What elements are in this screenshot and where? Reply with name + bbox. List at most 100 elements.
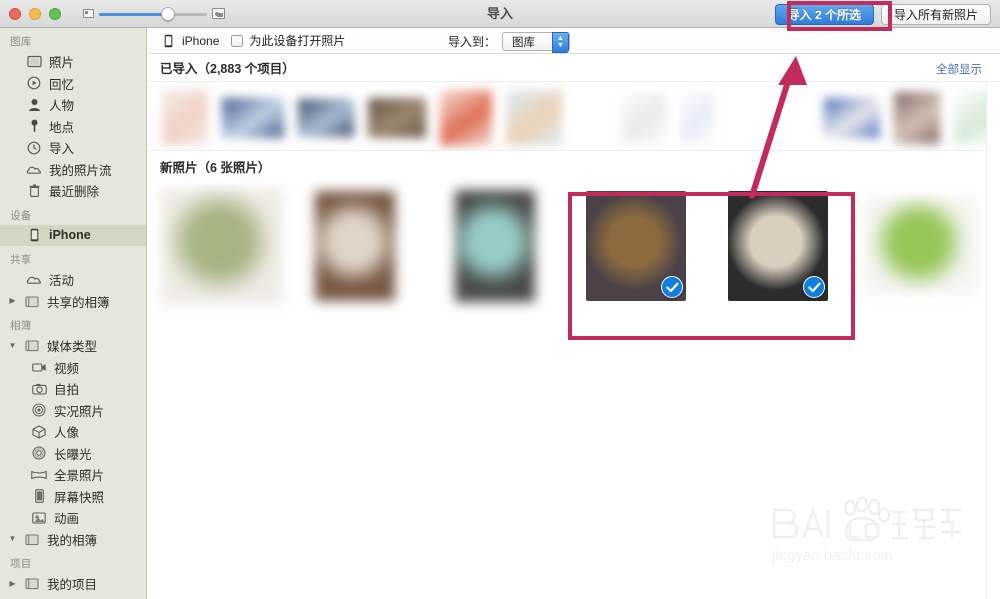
sidebar-item-shared-albums[interactable]: ▶ 共享的相簿	[0, 291, 146, 313]
photo-thumbnail[interactable]	[865, 198, 977, 294]
imported-section-title: 已导入（2,883 个项目）	[160, 62, 295, 76]
photo-image	[865, 198, 977, 294]
sidebar-header-albums: 相簿	[10, 320, 32, 332]
photo-thumbnail[interactable]	[455, 190, 535, 302]
zoom-button[interactable]	[49, 7, 61, 20]
sidebar-item-screenshots[interactable]: 屏幕快照	[0, 486, 146, 508]
sidebar-item-activity[interactable]: 活动	[0, 269, 146, 291]
photo-thumbnail[interactable]	[315, 191, 395, 301]
sidebar-item-people[interactable]: 人物	[0, 94, 146, 116]
checkmark-circle-icon[interactable]	[661, 276, 683, 298]
sidebar-label: 人像	[54, 426, 80, 441]
sidebar-item-memories[interactable]: 回忆	[0, 73, 146, 95]
sidebar-label: 导入	[49, 142, 75, 157]
sidebar-label: 回忆	[49, 77, 75, 92]
sidebar-item-animations[interactable]: 动画	[0, 507, 146, 529]
show-all-link[interactable]: 全部显示	[936, 61, 982, 77]
thumbnail-image	[440, 90, 492, 146]
sidebar-item-live-photos[interactable]: 实况照片	[0, 400, 146, 422]
traffic-light-buttons	[9, 7, 61, 20]
minimize-button[interactable]	[29, 7, 41, 20]
watermark-url: jingyan.baidu.com	[771, 547, 893, 564]
chevron-right-icon[interactable]: ▶	[8, 579, 17, 588]
imported-thumbnail[interactable]	[162, 90, 208, 146]
trash-icon	[26, 183, 42, 199]
chevron-down-icon[interactable]: ▼	[8, 341, 17, 350]
folder-icon	[24, 293, 40, 309]
checkmark-circle-icon[interactable]	[803, 276, 825, 298]
photos-import-window: 导入 导入 2 个所选 导入所有新照片 图库 照片 回忆 人物 地点 导入 我的…	[0, 0, 1000, 599]
imported-thumbnail[interactable]	[680, 92, 714, 144]
thumbnail-image	[622, 93, 666, 143]
chevron-updown-icon[interactable]: ▲ ▼	[552, 32, 570, 53]
sidebar-item-selfies[interactable]: 自拍	[0, 378, 146, 400]
new-photos-title: 新照片（6 张照片）	[160, 160, 271, 175]
sidebar-label: 我的相簿	[47, 533, 98, 548]
sidebar-item-import[interactable]: 导入	[0, 137, 146, 159]
thumbnail-size-slider[interactable]	[99, 6, 207, 21]
new-photos-section: 新照片（6 张照片）	[148, 151, 1000, 326]
folder-icon	[24, 576, 40, 592]
photo-thumbnail[interactable]	[586, 191, 686, 301]
sidebar-label: 地点	[49, 120, 75, 135]
import-all-new-button[interactable]: 导入所有新照片	[880, 4, 991, 25]
photo-thumbnail[interactable]	[161, 188, 283, 304]
sidebar-item-photos[interactable]: 照片	[0, 51, 146, 73]
sidebar-item-long-exposure[interactable]: 长曝光	[0, 443, 146, 465]
screenshot-icon	[31, 488, 47, 504]
sidebar-label: 动画	[54, 512, 80, 527]
sidebar-item-places[interactable]: 地点	[0, 116, 146, 138]
sidebar-item-portrait[interactable]: 人像	[0, 421, 146, 443]
sidebar-label: 我的项目	[47, 578, 98, 593]
sidebar-item-media-types[interactable]: ▼ 媒体类型	[0, 335, 146, 357]
live-photo-icon	[31, 402, 47, 418]
photo-image	[455, 190, 535, 302]
sidebar-label: 实况照片	[54, 404, 105, 419]
imported-thumbnail[interactable]	[506, 90, 562, 146]
sidebar-item-my-albums[interactable]: ▼ 我的相簿	[0, 529, 146, 551]
sidebar-item-recently-deleted[interactable]: 最近删除	[0, 180, 146, 202]
imported-thumbnail[interactable]	[440, 90, 492, 146]
import-selected-button[interactable]: 导入 2 个所选	[774, 4, 874, 25]
slider-knob[interactable]	[161, 6, 175, 21]
import-to-label: 导入到：	[448, 35, 497, 49]
device-bar: iPhone 为此设备打开照片 导入到： 图库 ▲ ▼	[148, 28, 1000, 54]
imported-thumbnail[interactable]	[622, 93, 666, 143]
imported-thumbnail[interactable]	[222, 98, 284, 138]
new-photos-grid[interactable]	[148, 181, 1000, 326]
selfie-camera-icon	[31, 381, 47, 397]
chevron-right-icon[interactable]: ▶	[8, 297, 17, 305]
video-icon	[31, 359, 47, 375]
sidebar-label: 长曝光	[54, 447, 92, 462]
sidebar-item-my-projects[interactable]: ▶ 我的项目	[0, 573, 146, 595]
sidebar-label: 视频	[54, 361, 80, 376]
imported-section-header: 已导入（2,883 个项目） 全部显示	[148, 54, 1000, 82]
imported-thumbnail[interactable]	[824, 98, 880, 138]
small-thumbnail-icon	[83, 9, 94, 18]
open-photos-checkbox[interactable]	[231, 34, 244, 47]
device-name: iPhone	[182, 33, 220, 48]
sidebar-item-iphone[interactable]: iPhone	[0, 224, 146, 246]
thumbnail-image	[298, 99, 354, 137]
sidebar[interactable]: 图库 照片 回忆 人物 地点 导入 我的照片流 最近删除 设备 iPhone 共…	[0, 28, 147, 599]
slider-track-filled	[99, 12, 169, 16]
close-button[interactable]	[9, 7, 21, 20]
sidebar-item-my-photo-stream[interactable]: 我的照片流	[0, 159, 146, 181]
sidebar-label: 共享的相簿	[47, 295, 110, 310]
imported-thumbnail[interactable]	[298, 99, 354, 137]
imported-thumbnail[interactable]	[368, 98, 426, 138]
photo-image	[161, 188, 283, 304]
animation-icon	[31, 510, 47, 526]
thumbnail-image	[222, 98, 284, 138]
sidebar-item-videos[interactable]: 视频	[0, 357, 146, 379]
sidebar-item-panoramas[interactable]: 全景照片	[0, 464, 146, 486]
vertical-scrollbar[interactable]	[986, 82, 1000, 599]
imported-thumbnail[interactable]	[894, 92, 940, 144]
panorama-icon	[31, 467, 47, 483]
import-to-select[interactable]: 图库 ▲ ▼	[502, 32, 571, 53]
thumbnail-size-control	[83, 6, 225, 21]
long-exposure-icon	[31, 445, 47, 461]
chevron-down-icon[interactable]: ▼	[8, 535, 17, 543]
imported-thumbnails-strip[interactable]	[148, 82, 1000, 151]
photo-thumbnail[interactable]	[728, 191, 828, 301]
